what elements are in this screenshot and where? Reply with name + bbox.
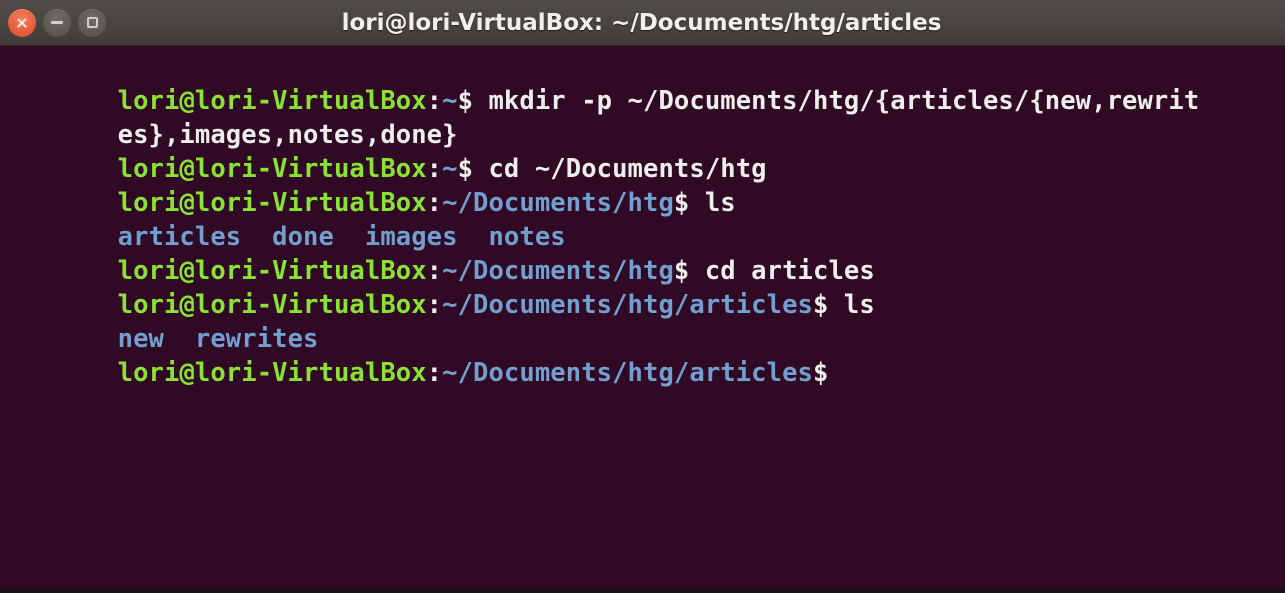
prompt-user-host: lori@lori-VirtualBox: [117, 188, 427, 218]
window-title: lori@lori-VirtualBox: ~/Documents/htg/ar…: [341, 9, 942, 36]
prompt-dollar: $: [812, 290, 829, 320]
prompt-colon: :: [426, 86, 443, 116]
prompt-user-host: lori@lori-VirtualBox: [117, 290, 427, 320]
prompt-user-host: lori@lori-VirtualBox: [117, 358, 427, 388]
terminal-lines: lori@lori-VirtualBox:~$ mkdir -p ~/Docum…: [0, 50, 1285, 388]
prompt-user-host: lori@lori-VirtualBox: [117, 256, 427, 286]
prompt-colon: :: [426, 256, 443, 286]
minimize-button[interactable]: [43, 8, 71, 37]
prompt-colon: :: [426, 290, 443, 320]
prompt-colon: :: [426, 154, 443, 184]
command-text-wrapped: es},images,notes,done}: [117, 120, 458, 150]
prompt-path: ~/Documents/htg/articles: [442, 358, 813, 388]
prompt-dollar: $: [457, 154, 474, 184]
maximize-button[interactable]: [78, 8, 106, 37]
directory-listing: new rewrites: [117, 324, 319, 354]
command-text: ls: [828, 290, 875, 320]
prompt-user-host: lori@lori-VirtualBox: [117, 154, 427, 184]
command-text: cd ~/Documents/htg: [473, 154, 767, 184]
command-text: ls: [689, 188, 736, 218]
prompt-colon: :: [426, 358, 443, 388]
window-bottom-border: [0, 588, 1285, 593]
prompt-dollar: $: [812, 358, 829, 388]
maximize-icon: [86, 17, 98, 28]
prompt-path: ~: [442, 154, 458, 184]
close-button[interactable]: [8, 8, 36, 37]
prompt-path: ~/Documents/htg: [442, 188, 674, 218]
terminal-line: lori@lori-VirtualBox:~$ mkdir -p ~/Docum…: [0, 50, 1285, 116]
prompt-dollar: $: [457, 86, 474, 116]
directory-listing: articles done images notes: [117, 222, 566, 252]
close-icon: [16, 17, 28, 29]
terminal-output-area[interactable]: lori@lori-VirtualBox:~$ mkdir -p ~/Docum…: [0, 46, 1285, 588]
prompt-user-host: lori@lori-VirtualBox: [117, 86, 427, 116]
window-controls: [0, 8, 106, 37]
command-text: mkdir -p ~/Documents/htg/{articles/{new,…: [473, 86, 1200, 116]
window-titlebar[interactable]: lori@lori-VirtualBox: ~/Documents/htg/ar…: [0, 0, 1285, 46]
prompt-path: ~/Documents/htg/articles: [442, 290, 813, 320]
command-text: cd articles: [689, 256, 875, 286]
prompt-dollar: $: [673, 188, 690, 218]
terminal-window: lori@lori-VirtualBox: ~/Documents/htg/ar…: [0, 0, 1285, 593]
prompt-dollar: $: [673, 256, 690, 286]
prompt-path: ~/Documents/htg: [442, 256, 674, 286]
prompt-colon: :: [426, 188, 443, 218]
minimize-icon: [51, 21, 63, 24]
prompt-path: ~: [442, 86, 458, 116]
